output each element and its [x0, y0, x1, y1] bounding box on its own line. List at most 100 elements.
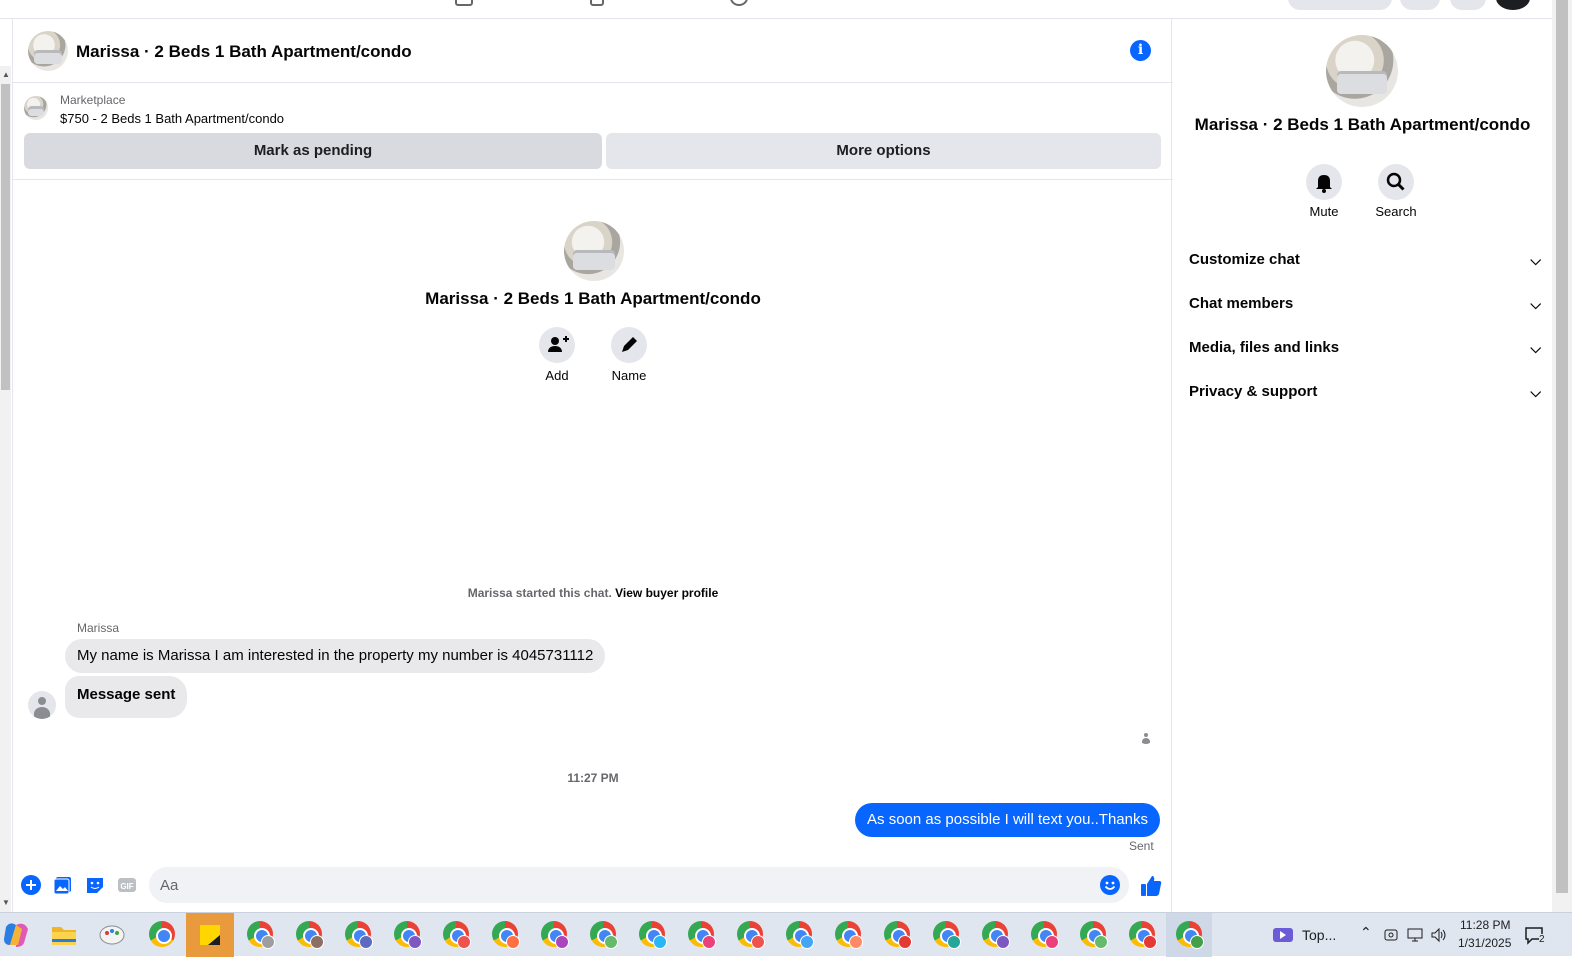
privacy-support-row[interactable]: Privacy & support ⌵: [1189, 370, 1541, 414]
left-scrollbar[interactable]: ▲ ▼: [0, 66, 11, 912]
profile-badge-icon: [702, 935, 716, 949]
message-input[interactable]: [149, 867, 1129, 903]
chevron-down-icon: ⌵: [1530, 340, 1541, 356]
plus-icon[interactable]: [21, 875, 41, 895]
create-pill-button[interactable]: [1288, 0, 1392, 10]
composer: GIF: [13, 864, 1173, 912]
profile-avatar[interactable]: [1496, 0, 1530, 10]
search-button[interactable]: [1378, 164, 1414, 200]
menu-grid-button[interactable]: [1400, 0, 1440, 10]
profile-badge-icon: [996, 935, 1010, 949]
messenger-button[interactable]: [1450, 0, 1486, 10]
chat-header: Marissa · 2 Beds 1 Bath Apartment/condo …: [13, 19, 1173, 83]
profile-badge-icon: [800, 935, 814, 949]
profile-badge-icon: [898, 935, 912, 949]
video-nav-icon[interactable]: [590, 0, 604, 6]
customize-chat-row[interactable]: Customize chat ⌵: [1189, 238, 1541, 282]
scroll-up-icon[interactable]: ▲: [2, 70, 10, 79]
scroll-down-icon[interactable]: ▼: [2, 898, 10, 907]
section-label: Media, files and links: [1189, 339, 1340, 356]
profile-badge-icon: [310, 935, 324, 949]
marketplace-banner: Marketplace $750 - 2 Beds 1 Bath Apartme…: [13, 84, 1173, 180]
intro-title: Marissa · 2 Beds 1 Bath Apartment/condo: [425, 289, 761, 308]
scrollbar-thumb[interactable]: [1, 84, 10, 390]
chevron-down-icon: ⌵: [1530, 252, 1541, 268]
sticky-notes-icon[interactable]: [192, 919, 228, 951]
chat-info-panel: Marissa · 2 Beds 1 Bath Apartment/condo …: [1173, 19, 1552, 912]
thumbs-up-icon[interactable]: [1140, 875, 1162, 897]
photo-icon[interactable]: [53, 875, 73, 895]
chat-started-text: Marissa started this chat. View buyer pr…: [13, 586, 1173, 600]
section-label: Privacy & support: [1189, 383, 1318, 400]
profile-badge-icon: [506, 935, 520, 949]
profile-badge-icon: [653, 935, 667, 949]
emoji-icon[interactable]: [1100, 875, 1120, 895]
profile-badge-icon: [555, 935, 569, 949]
sticker-icon[interactable]: [85, 875, 105, 895]
chat-members-row[interactable]: Chat members ⌵: [1189, 282, 1541, 326]
intro-avatar[interactable]: [564, 221, 624, 281]
network-icon[interactable]: [1406, 927, 1424, 943]
section-label: Chat members: [1189, 295, 1294, 312]
pencil-icon: [622, 337, 637, 352]
profile-badge-icon: [1045, 935, 1059, 949]
chrome-icon[interactable]: [149, 921, 175, 947]
mark-pending-button[interactable]: Mark as pending: [24, 133, 602, 169]
outgoing-message[interactable]: As soon as possible I will text you..Tha…: [855, 803, 1160, 837]
sender-name: Marissa: [77, 621, 120, 635]
file-explorer-icon[interactable]: [46, 919, 82, 951]
widget-label[interactable]: Top...: [1302, 927, 1336, 943]
message-timestamp: 11:27 PM: [567, 771, 619, 785]
chat-title[interactable]: Marissa · 2 Beds 1 Bath Apartment/condo: [76, 42, 412, 62]
incoming-message[interactable]: My name is Marissa I am interested in th…: [65, 639, 606, 673]
copilot-icon[interactable]: [0, 919, 36, 951]
chevron-down-icon: ⌵: [1530, 296, 1541, 312]
marketplace-label: Marketplace: [60, 93, 126, 107]
profile-badge-icon: [1094, 935, 1108, 949]
chat-avatar[interactable]: [28, 31, 68, 71]
clock-time[interactable]: 11:28 PM: [1460, 918, 1510, 932]
widget-video-icon[interactable]: [1272, 925, 1294, 945]
view-buyer-profile-link[interactable]: View buyer profile: [615, 586, 718, 600]
chevron-down-icon: ⌵: [1530, 384, 1541, 400]
read-receipt-avatar: [1139, 730, 1153, 744]
profile-badge-icon: [849, 935, 863, 949]
media-files-links-row[interactable]: Media, files and links ⌵: [1189, 326, 1541, 370]
add-people-button[interactable]: [539, 327, 575, 363]
profile-badge-icon: [604, 935, 618, 949]
add-person-icon: [548, 336, 569, 352]
volume-icon[interactable]: [1430, 927, 1448, 943]
profile-badge-icon: [1190, 935, 1204, 949]
profile-badge-icon: [359, 935, 373, 949]
name-chat-button[interactable]: [611, 327, 647, 363]
windows-taskbar: Top... ⌃ 11:28 PM 1/31/2025 2: [0, 912, 1572, 957]
scrollbar-thumb[interactable]: [1556, 0, 1568, 893]
clock-date[interactable]: 1/31/2025: [1458, 936, 1511, 950]
section-label: Customize chat: [1189, 251, 1300, 268]
profile-badge-icon: [1143, 935, 1157, 949]
profile-badge-icon: [947, 935, 961, 949]
info-icon[interactable]: i: [1130, 40, 1151, 61]
page-scrollbar[interactable]: [1552, 0, 1572, 912]
groups-nav-icon[interactable]: [730, 0, 748, 6]
mute-button[interactable]: [1306, 164, 1342, 200]
mute-label: Mute: [1309, 204, 1339, 219]
sent-status: Sent: [1129, 839, 1154, 853]
side-title: Marissa · 2 Beds 1 Bath Apartment/condo: [1194, 115, 1531, 134]
top-nav-strip: [0, 0, 1552, 19]
camera-icon[interactable]: [1384, 927, 1398, 943]
profile-badge-icon: [408, 935, 422, 949]
sender-avatar[interactable]: [28, 691, 56, 719]
chevron-up-icon[interactable]: ⌃: [1360, 924, 1372, 941]
gif-icon[interactable]: GIF: [117, 875, 137, 895]
listing-title[interactable]: $750 - 2 Beds 1 Bath Apartment/condo: [60, 111, 284, 126]
home-nav-icon[interactable]: [455, 0, 473, 6]
search-label: Search: [1375, 204, 1417, 219]
notification-count: 2: [1539, 934, 1545, 945]
incoming-message[interactable]: Message sent: [65, 676, 188, 718]
side-avatar[interactable]: [1326, 35, 1398, 107]
more-options-button[interactable]: More options: [606, 133, 1161, 169]
bell-icon: [1316, 175, 1332, 193]
listing-thumbnail[interactable]: [24, 96, 48, 120]
paint-icon[interactable]: [94, 919, 130, 951]
